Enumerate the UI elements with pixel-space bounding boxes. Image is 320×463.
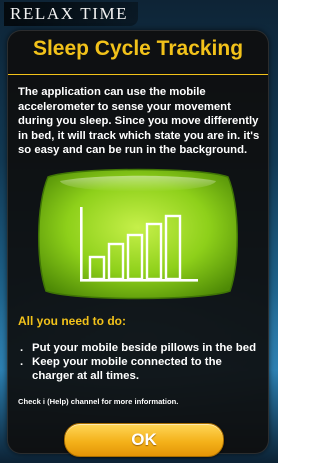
requirements-title: All you need to do: [18,314,126,328]
sleep-cycle-dialog: Sleep Cycle Tracking The application can… [7,30,269,457]
title-divider [8,74,268,75]
ok-button[interactable]: OK [64,423,224,457]
help-note: Check i (Help) channel for more informat… [18,397,179,406]
app-title: RELAX TIME [4,2,139,26]
screen: RELAX TIME Sleep Cycle Tracking The appl… [0,0,278,463]
list-item: . Keep your mobile connected to the char… [18,355,262,383]
requirement-text: Put your mobile beside pillows in the be… [32,342,257,354]
chart-axis-y [80,207,83,281]
bullet-icon: . [20,356,24,368]
list-item: . Put your mobile beside pillows in the … [18,341,262,355]
pillow-bar-chart-icon [34,165,242,303]
requirement-text: Keep your mobile connected to the charge… [32,356,222,382]
dialog-description: The application can use the mobile accel… [18,86,260,156]
dialog-title: Sleep Cycle Tracking [32,37,244,60]
bullet-icon: . [20,342,24,354]
requirements-list: . Put your mobile beside pillows in the … [18,341,262,383]
